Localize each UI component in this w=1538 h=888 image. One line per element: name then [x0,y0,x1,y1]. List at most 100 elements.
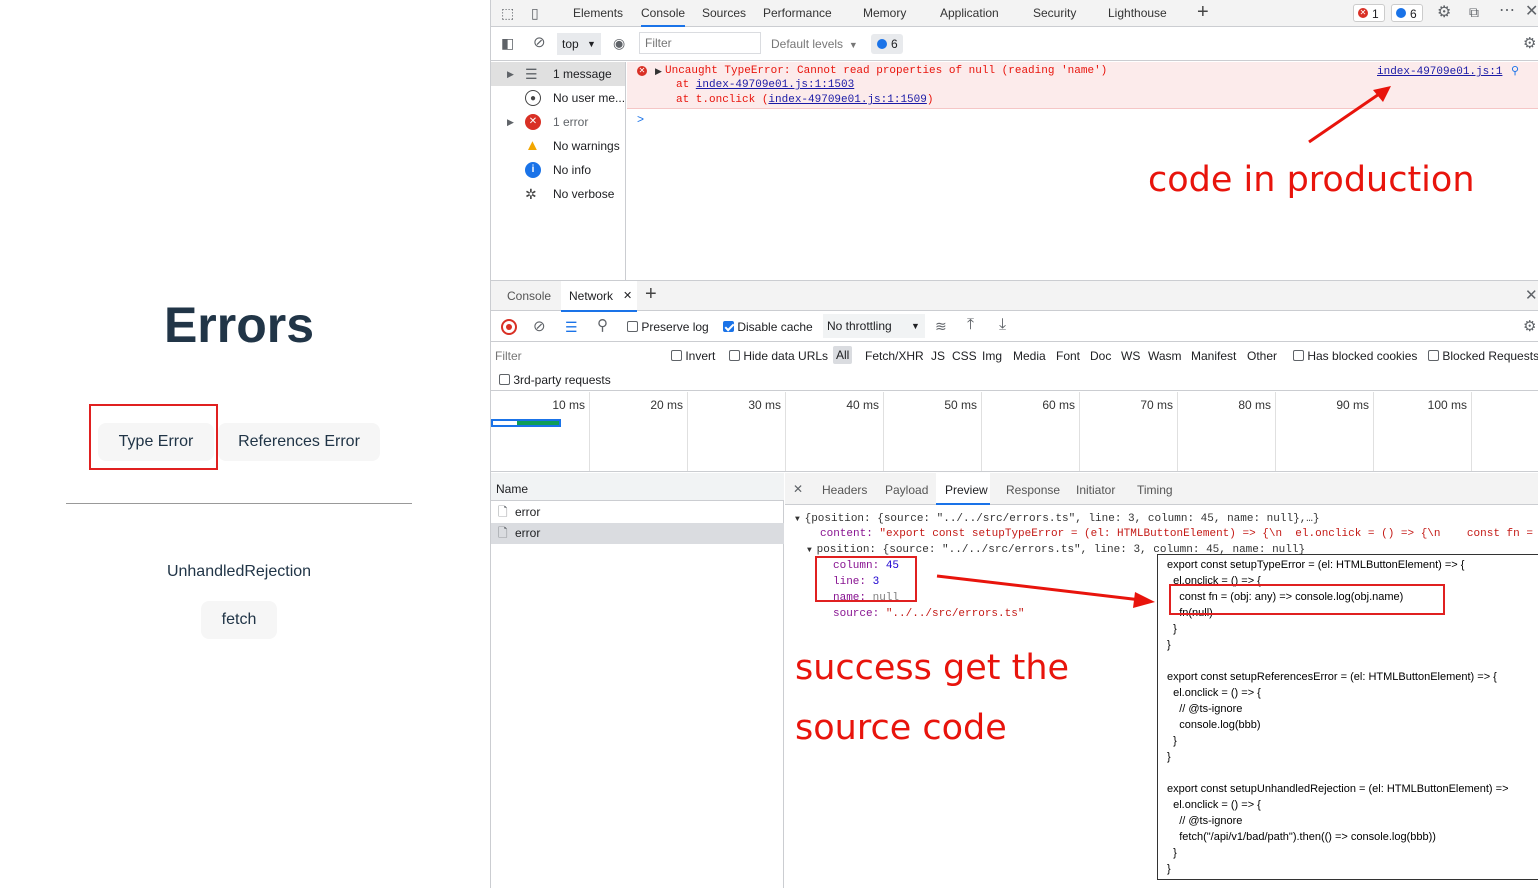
stack-link-2[interactable]: index-49709e01.js:1:1509 [768,94,926,106]
sidebar-item-errors[interactable]: ▶ ✕ 1 error [491,110,625,134]
references-error-button[interactable]: References Error [218,423,380,461]
error-icon: ✕ [1358,8,1368,18]
blocked-requests-checkbox[interactable]: Blocked Requests [1428,349,1538,363]
invert-checkbox[interactable]: Invert [671,349,715,363]
console-settings-gear-icon[interactable]: ⚙ [1523,36,1536,51]
source-code-line: el.onclick = () => { [1167,799,1261,811]
name-column-header[interactable]: Name [491,473,784,501]
hide-data-urls-checkbox[interactable]: Hide data URLs [729,349,828,363]
stack-link-1[interactable]: index-49709e01.js:1:1503 [696,79,854,91]
network-conditions-icon[interactable]: ≋ [935,319,947,333]
tab-payload[interactable]: Payload [885,483,928,497]
message-icon [877,39,887,49]
type-filter-wasm[interactable]: Wasm [1148,349,1182,363]
type-filter-img[interactable]: Img [982,349,1002,363]
console-filter-input[interactable] [639,32,761,54]
close-detail-icon[interactable]: ✕ [793,483,803,495]
drawer-tab-network[interactable]: Network ✕ [561,281,637,312]
filter-icon[interactable]: ☰ [565,319,578,336]
timeline-gridline [1177,392,1178,471]
issues-badge[interactable]: 6 [871,34,903,54]
user-icon: ● [525,90,541,106]
network-filter-bar: Invert Hide data URLs All Fetch/XHR JS C… [491,343,1538,391]
timeline-gridline [785,392,786,471]
sidebar-item-info[interactable]: i No info [491,158,625,182]
close-drawer-icon[interactable]: ✕ [1525,288,1538,303]
preview-content-property[interactable]: content: "export const setupTypeError = … [820,528,1533,540]
context-select[interactable]: top ▼ [557,33,601,55]
type-filter-ws[interactable]: WS [1121,349,1140,363]
add-tab-icon[interactable]: + [1197,1,1209,24]
clear-console-icon[interactable]: ⊘ [533,35,546,50]
tab-timing[interactable]: Timing [1137,483,1173,497]
tab-sources[interactable]: Sources [702,0,746,26]
error-count-badge[interactable]: ✕ 1 [1353,4,1385,22]
type-filter-css[interactable]: CSS [952,349,977,363]
disable-cache-checkbox[interactable]: Disable cache [723,320,813,334]
throttling-select[interactable]: No throttling ▼ [823,314,925,338]
search-icon[interactable]: ⚲ [1511,64,1519,77]
third-party-checkbox[interactable]: 3rd-party requests [499,373,611,387]
tab-memory[interactable]: Memory [863,0,906,26]
network-filter-input[interactable] [495,346,655,366]
tab-response[interactable]: Response [1006,483,1060,497]
default-levels-dropdown[interactable]: Default levels ▼ [771,37,858,51]
record-icon[interactable] [501,319,517,335]
message-count-badge[interactable]: 6 [1391,4,1423,22]
page-title: Errors [163,297,315,353]
sidebar-item-messages[interactable]: ▶ ☰ 1 message [491,62,625,86]
table-row[interactable]: 🗋 error [491,502,784,523]
preview-root-object[interactable]: ▼ {position: {source: "../../src/errors.… [795,513,1320,525]
timeline-tick-label: 70 ms [1140,398,1173,412]
device-toolbar-icon[interactable]: ▯ [531,6,539,20]
import-har-icon[interactable]: ⤒ [967,317,974,333]
tab-preview[interactable]: Preview [936,473,990,505]
tab-initiator[interactable]: Initiator [1076,483,1115,497]
tab-headers[interactable]: Headers [822,483,867,497]
tab-lighthouse[interactable]: Lighthouse [1108,0,1167,26]
sidebar-toggle-icon[interactable]: ◧ [501,36,514,50]
source-code-line: el.onclick = () => { [1167,687,1261,699]
type-filter-doc[interactable]: Doc [1090,349,1111,363]
clear-icon[interactable]: ⊘ [533,319,546,334]
fetch-button[interactable]: fetch [201,601,277,639]
tab-elements[interactable]: Elements [573,0,623,26]
annotation-success-line1: success get the [795,648,1070,688]
devtools-panel: ⬚ ▯ Elements Console Sources Performance… [490,0,1538,888]
type-filter-other[interactable]: Other [1247,349,1277,363]
inspect-element-icon[interactable]: ⬚ [501,6,514,20]
tab-performance[interactable]: Performance [763,0,832,26]
source-location-link[interactable]: index-49709e01.js:1 [1377,66,1502,78]
type-filter-font[interactable]: Font [1056,349,1080,363]
network-settings-gear-icon[interactable]: ⚙ [1523,319,1536,334]
type-filter-fetch-xhr[interactable]: Fetch/XHR [865,349,924,363]
type-filter-manifest[interactable]: Manifest [1191,349,1236,363]
add-tab-icon[interactable]: + [645,283,657,306]
close-icon[interactable]: ✕ [1525,4,1538,20]
drawer-tab-console[interactable]: Console [507,289,551,303]
expand-arrow-icon[interactable]: ▶ [655,66,662,77]
type-filter-js[interactable]: JS [931,349,945,363]
preserve-log-checkbox[interactable]: Preserve log [627,320,709,334]
export-har-icon[interactable]: ⤓ [999,317,1006,333]
tab-security[interactable]: Security [1033,0,1076,26]
type-filter-all[interactable]: All [833,346,853,364]
sidebar-item-verbose[interactable]: ✲ No verbose [491,182,625,206]
document-icon: 🗋 [498,505,508,519]
gear-icon[interactable]: ⚙ [1437,5,1451,21]
sidebar-item-warnings[interactable]: ▲ No warnings [491,134,625,158]
tab-application[interactable]: Application [940,0,999,26]
close-icon[interactable]: ✕ [623,289,632,302]
has-blocked-cookies-checkbox[interactable]: Has blocked cookies [1293,349,1417,363]
console-toolbar: ◧ ⊘ top ▼ ◉ Default levels ▼ 6 ⚙ [491,27,1538,61]
source-code-line: } [1167,863,1171,875]
tab-console[interactable]: Console [641,0,686,27]
customize-icon[interactable]: ⧉ [1469,5,1479,19]
console-prompt[interactable]: > [637,112,644,126]
type-filter-media[interactable]: Media [1013,349,1046,363]
live-expression-eye-icon[interactable]: ◉ [613,36,625,50]
table-row[interactable]: 🗋 error [491,523,784,544]
more-options-icon[interactable]: ⋯ [1499,3,1515,19]
sidebar-item-user-messages[interactable]: ● No user me... [491,86,625,110]
search-icon[interactable]: ⚲ [597,318,608,333]
